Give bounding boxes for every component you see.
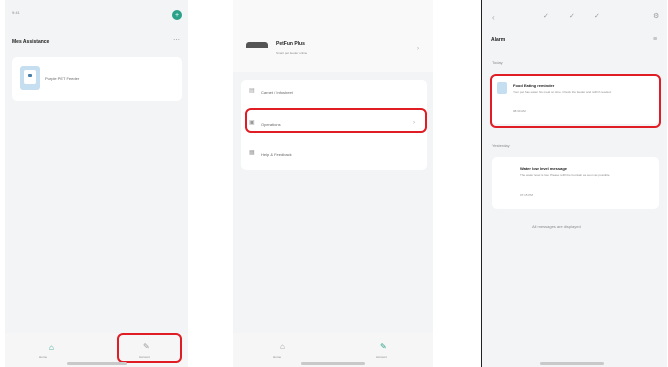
food-alarm-highlight: [490, 74, 661, 128]
menu-item-label: Help & Feedback: [261, 152, 292, 157]
end-of-list-text: All messages are displayed: [532, 224, 581, 229]
home-indicator: [301, 362, 365, 365]
page-title: Alarm: [491, 37, 506, 43]
filter-unread-icon[interactable]: ✓: [594, 13, 600, 20]
back-icon[interactable]: ‹: [492, 13, 495, 22]
alarm-title: Water low level message: [520, 166, 567, 171]
book-icon: ▤: [249, 88, 255, 94]
account-nav-icon[interactable]: ✎: [380, 343, 387, 351]
section-date: Yesterday: [492, 143, 510, 148]
home-nav-label[interactable]: Home: [273, 355, 281, 359]
filter-read-icon[interactable]: ✓: [569, 13, 575, 20]
feeder-device-icon: [20, 66, 40, 90]
settings-icon[interactable]: ⚙: [653, 13, 659, 20]
device-subtitle: Smart pet feeder online: [276, 51, 308, 55]
more-icon[interactable]: ⋯: [173, 37, 180, 44]
device-thumbnail: [246, 42, 268, 48]
menu-icon[interactable]: ≡: [653, 36, 657, 43]
alarm-time: 07:15 PM: [520, 193, 533, 197]
help-icon: ▦: [249, 150, 255, 156]
account-nav-label[interactable]: Account: [376, 355, 387, 359]
filter-all-icon[interactable]: ✓: [543, 13, 549, 20]
account-nav-highlight: [117, 333, 182, 363]
home-indicator: [67, 362, 127, 365]
home-indicator: [540, 362, 604, 365]
chevron-right-icon: ›: [417, 46, 419, 52]
home-nav-icon[interactable]: ⌂: [49, 344, 54, 352]
alarm-card-water[interactable]: Water low level message The water level …: [492, 157, 659, 209]
menu-item-label: Carnet / Infosheet: [261, 90, 293, 95]
phone-screen-device-settings: ≡ PetFun Plus Smart pet feeder online › …: [233, 0, 433, 367]
device-card[interactable]: Purple PET Feeder: [12, 57, 182, 101]
section-date: Today: [492, 60, 503, 65]
page-title: Mes Assistance: [12, 39, 50, 45]
status-time: 9:41: [12, 10, 20, 15]
add-device-icon[interactable]: +: [172, 10, 182, 20]
phone-screen-alarm: ‹ ✓ ✓ ✓ ⚙ Alarm ≡ Today Food Eating remi…: [481, 0, 667, 367]
menu-item-infosheet[interactable]: ▤ Carnet / Infosheet: [241, 80, 427, 104]
device-title: PetFun Plus: [276, 41, 305, 47]
operations-highlight: [245, 108, 427, 133]
home-nav-icon[interactable]: ⌂: [280, 343, 285, 351]
device-name: Purple PET Feeder: [45, 76, 80, 81]
alarm-body: The water level is low. Please refill th…: [520, 173, 611, 177]
device-header: [233, 0, 433, 72]
phone-screen-devices: 9:41 + Mes Assistance ⋯ Purple PET Feede…: [5, 0, 188, 367]
menu-item-help[interactable]: ▦ Help & Feedback: [241, 142, 427, 166]
home-nav-label[interactable]: Home: [39, 355, 47, 359]
